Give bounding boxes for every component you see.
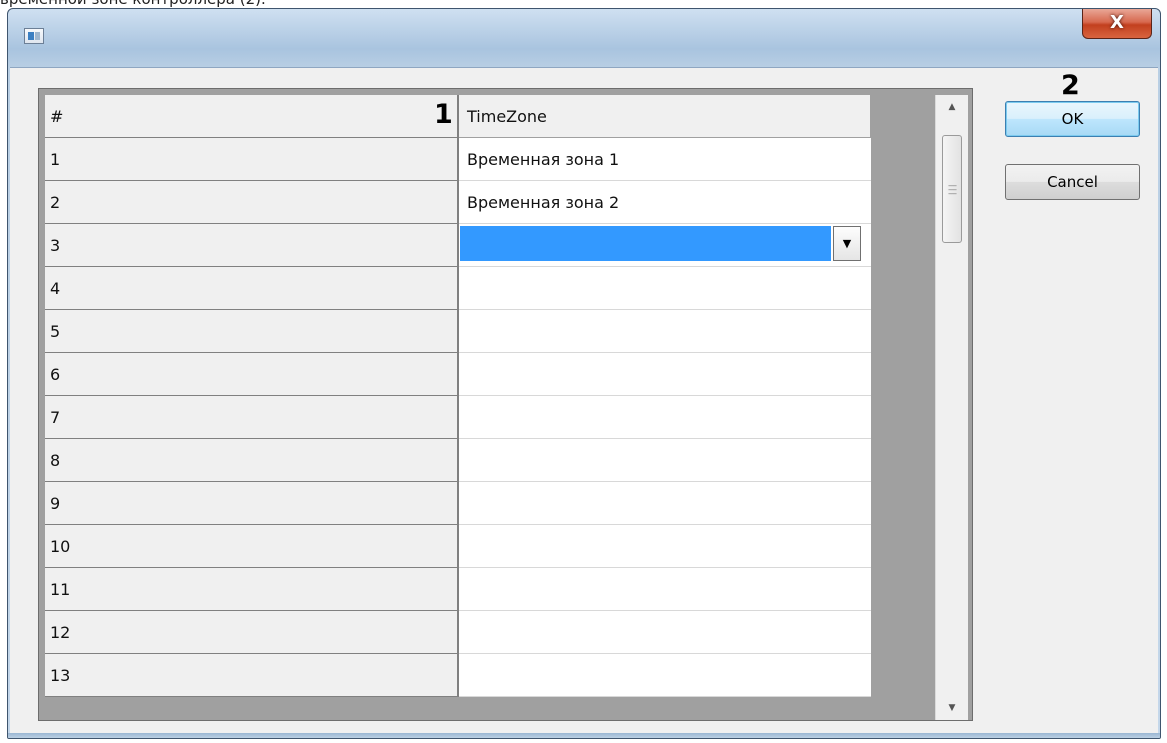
timezone-cell[interactable]: Временная зона 1 (459, 138, 871, 181)
grid-empty-area (871, 95, 935, 720)
row-header[interactable]: 2 (45, 181, 459, 224)
column-header-timezone[interactable]: TimeZone (459, 95, 871, 138)
timezone-cell[interactable] (459, 525, 871, 568)
row-header[interactable]: 11 (45, 568, 459, 611)
timezone-cell[interactable] (459, 267, 871, 310)
scroll-grip-icon: — — — (948, 181, 957, 199)
callout-2: 2 (1061, 70, 1080, 101)
scroll-thumb[interactable]: — — — (942, 135, 962, 243)
timezone-cell[interactable] (459, 310, 871, 353)
row-header[interactable]: 13 (45, 654, 459, 697)
grid-body: ▲ — — — ▼ # TimeZone 1 Временная зона 1 2 Време… (45, 95, 968, 720)
row-header[interactable]: 9 (45, 482, 459, 525)
window-bottom-border (8, 733, 1160, 738)
dialog-window: X ▲ — — — ▼ # TimeZone 1 Временная зона 1 2 Вре… (7, 8, 1161, 739)
vertical-scrollbar[interactable]: ▲ — — — ▼ (935, 95, 968, 720)
dropdown-arrow-icon[interactable]: ▼ (833, 226, 861, 261)
cancel-button[interactable]: Cancel (1005, 164, 1140, 200)
row-header[interactable]: 12 (45, 611, 459, 654)
row-header[interactable]: 8 (45, 439, 459, 482)
row-header[interactable]: 10 (45, 525, 459, 568)
ok-button[interactable]: OK (1005, 101, 1140, 137)
timezone-cell[interactable] (459, 353, 871, 396)
title-bar[interactable]: X (8, 9, 1160, 67)
timezone-cell[interactable] (459, 396, 871, 439)
top-caption: временной зоне контроллера (2). (0, 0, 1167, 8)
timezone-cell[interactable] (459, 611, 871, 654)
dialog-client-area: ▲ — — — ▼ # TimeZone 1 Временная зона 1 2 Време… (10, 67, 1158, 734)
timezone-cell[interactable] (459, 439, 871, 482)
timezone-cell[interactable] (459, 654, 871, 697)
row-header[interactable]: 7 (45, 396, 459, 439)
row-header[interactable]: 4 (45, 267, 459, 310)
timezone-cell[interactable] (459, 568, 871, 611)
timezone-cell[interactable] (459, 482, 871, 525)
scroll-down-icon[interactable]: ▼ (936, 696, 968, 720)
row-header[interactable]: 5 (45, 310, 459, 353)
timezone-grid: ▲ — — — ▼ # TimeZone 1 Временная зона 1 2 Време… (38, 88, 973, 721)
app-window-icon (24, 28, 44, 44)
callout-1: 1 (434, 99, 453, 130)
selected-value-highlight[interactable] (460, 226, 831, 261)
row-header[interactable]: 3 (45, 224, 459, 267)
timezone-dropdown-editor[interactable]: ▼ (459, 224, 867, 265)
timezone-cell[interactable]: Временная зона 2 (459, 181, 871, 224)
scroll-up-icon[interactable]: ▲ (936, 95, 968, 119)
row-header[interactable]: 1 (45, 138, 459, 181)
close-button[interactable]: X (1082, 9, 1152, 39)
column-header-number[interactable]: # (45, 95, 459, 138)
row-header[interactable]: 6 (45, 353, 459, 396)
